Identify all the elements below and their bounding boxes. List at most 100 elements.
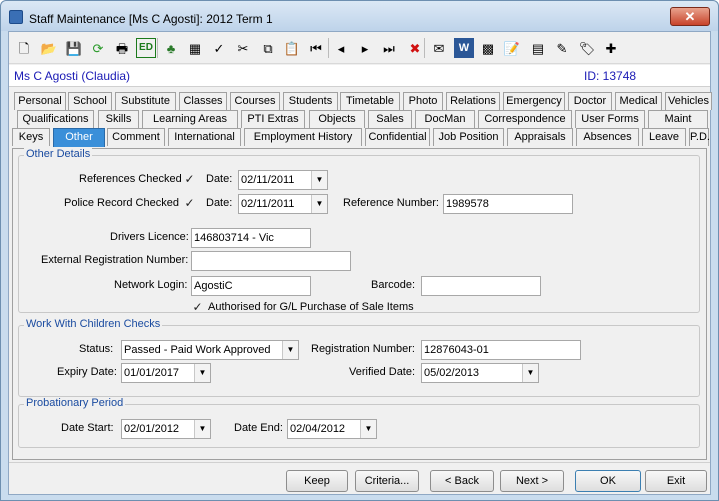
authorised-label: Authorised for G/L Purchase of Sale Item… <box>208 301 414 313</box>
tab-emergency[interactable]: Emergency <box>503 92 565 110</box>
tab-courses[interactable]: Courses <box>230 92 280 110</box>
last-record-icon[interactable]: ⏭ <box>379 38 399 58</box>
tab-sales[interactable]: Sales <box>368 110 412 128</box>
email-icon[interactable]: ✉ <box>429 38 449 58</box>
keep-button[interactable]: Keep <box>286 470 348 492</box>
expiry-date-label: Expiry Date: <box>57 366 117 378</box>
tab-employment-history[interactable]: Employment History <box>244 128 362 146</box>
tree-icon[interactable]: ♣ <box>161 38 181 58</box>
tab-vehicles[interactable]: Vehicles <box>665 92 712 110</box>
tab-leave[interactable]: Leave <box>642 128 686 146</box>
edit-icon[interactable]: ED <box>136 38 156 58</box>
calculator-icon[interactable]: ▦ <box>185 38 205 58</box>
tab-user-forms[interactable]: User Forms <box>575 110 645 128</box>
document-add-icon[interactable]: ✚ <box>601 38 621 58</box>
ok-button[interactable]: OK <box>575 470 641 492</box>
chevron-down-icon[interactable]: ▼ <box>282 341 298 359</box>
police-record-checkbox[interactable]: ✓ <box>183 197 196 210</box>
refresh-icon[interactable]: ⟳ <box>88 38 108 58</box>
tab-qualifications[interactable]: Qualifications <box>17 110 94 128</box>
criteria-button[interactable]: Criteria... <box>355 470 419 492</box>
tab-skills[interactable]: Skills <box>98 110 139 128</box>
registration-number-input[interactable]: 12876043-01 <box>421 340 581 360</box>
copy-icon[interactable]: ⧉ <box>258 38 278 58</box>
calendar-icon[interactable]: ▤ <box>528 38 548 58</box>
tab-maint[interactable]: Maint <box>648 110 708 128</box>
spellcheck-icon[interactable]: ✓ <box>209 38 229 58</box>
reference-number-input[interactable]: 1989578 <box>443 194 573 214</box>
paste-icon[interactable]: 📋 <box>282 38 302 58</box>
network-login-label: Network Login: <box>114 279 188 291</box>
chevron-down-icon[interactable]: ▼ <box>311 171 327 189</box>
chevron-down-icon[interactable]: ▼ <box>194 420 210 438</box>
date-end-value: 02/04/2012 <box>290 423 346 435</box>
expiry-date-value: 01/01/2017 <box>124 367 180 379</box>
verified-date-label: Verified Date: <box>349 366 416 378</box>
previous-record-icon[interactable]: ◂ <box>331 38 351 58</box>
barcode-label: Barcode: <box>371 279 416 291</box>
chevron-down-icon[interactable]: ▼ <box>360 420 376 438</box>
chevron-down-icon[interactable]: ▼ <box>194 364 210 382</box>
tab-absences[interactable]: Absences <box>576 128 639 146</box>
tab-relations[interactable]: Relations <box>446 92 500 110</box>
police-date-field[interactable]: 02/11/2011 ▼ <box>238 194 328 214</box>
back-button[interactable]: < Back <box>430 470 494 492</box>
tab-appraisals[interactable]: Appraisals <box>507 128 573 146</box>
authorised-checkbox[interactable]: ✓ <box>191 301 204 314</box>
tab-learning-areas[interactable]: Learning Areas <box>142 110 238 128</box>
word-icon[interactable]: W <box>454 38 474 58</box>
new-icon[interactable]: 🗋 <box>14 38 34 58</box>
print-icon[interactable]: 🖶 <box>112 38 132 58</box>
tab-medical[interactable]: Medical <box>615 92 662 110</box>
person-header: Ms C Agosti (Claudia) ID: 13748 <box>9 65 710 87</box>
tab-personal[interactable]: Personal <box>14 92 66 110</box>
date-end-field[interactable]: 02/04/2012 ▼ <box>287 419 377 439</box>
other-details-legend: Other Details <box>24 148 93 160</box>
tab-confidential[interactable]: Confidential <box>365 128 430 146</box>
external-registration-input[interactable] <box>191 251 351 271</box>
drivers-licence-input[interactable]: 146803714 - Vic <box>191 228 311 248</box>
chevron-down-icon[interactable]: ▼ <box>311 195 327 213</box>
clipboard-icon[interactable]: 📝 <box>502 38 522 58</box>
tab-classes[interactable]: Classes <box>179 92 227 110</box>
close-button[interactable]: ✕ <box>670 7 710 26</box>
tab-keys[interactable]: Keys <box>12 128 50 146</box>
tab-doctor[interactable]: Doctor <box>568 92 612 110</box>
wwc-status-select[interactable]: Passed - Paid Work Approved ▼ <box>121 340 299 360</box>
tab-pti-extras[interactable]: PTI Extras <box>241 110 305 128</box>
tab-job-position[interactable]: Job Position <box>433 128 504 146</box>
expiry-date-field[interactable]: 01/01/2017 ▼ <box>121 363 211 383</box>
cut-icon[interactable]: ✂ <box>233 38 253 58</box>
excel-icon[interactable]: ▩ <box>478 38 498 58</box>
tab-timetable[interactable]: Timetable <box>340 92 400 110</box>
wwc-legend: Work With Children Checks <box>24 318 163 330</box>
network-login-input[interactable]: AgostiC <box>191 276 311 296</box>
open-folder-icon[interactable]: 📂 <box>39 38 59 58</box>
tab-substitute[interactable]: Substitute <box>115 92 176 110</box>
tab-p-d[interactable]: P.D. <box>689 128 710 146</box>
tab-school[interactable]: School <box>68 92 112 110</box>
tab-correspondence[interactable]: Correspondence <box>478 110 572 128</box>
next-record-icon[interactable]: ▸ <box>355 38 375 58</box>
tab-docman[interactable]: DocMan <box>415 110 475 128</box>
exit-button[interactable]: Exit <box>645 470 707 492</box>
police-date-label: Date: <box>206 197 233 209</box>
next-button[interactable]: Next > <box>500 470 564 492</box>
ref-date-field[interactable]: 02/11/2011 ▼ <box>238 170 328 190</box>
tab-other[interactable]: Other <box>53 128 105 147</box>
tab-comment[interactable]: Comment <box>107 128 165 146</box>
chevron-down-icon[interactable]: ▼ <box>522 364 538 382</box>
barcode-input[interactable] <box>421 276 541 296</box>
date-start-field[interactable]: 02/01/2012 ▼ <box>121 419 211 439</box>
tab-photo[interactable]: Photo <box>403 92 443 110</box>
tab-international[interactable]: International <box>168 128 241 146</box>
tag-icon[interactable]: 🏷 <box>577 38 597 58</box>
references-checked-checkbox[interactable]: ✓ <box>183 173 196 186</box>
pen-icon[interactable]: ✎ <box>552 38 572 58</box>
delete-icon[interactable]: ✖ <box>405 38 425 58</box>
save-icon[interactable]: 💾 <box>64 38 84 58</box>
tab-students[interactable]: Students <box>283 92 338 110</box>
tab-objects[interactable]: Objects <box>309 110 365 128</box>
verified-date-field[interactable]: 05/02/2013 ▼ <box>421 363 539 383</box>
first-record-icon[interactable]: ⏮ <box>306 38 326 58</box>
